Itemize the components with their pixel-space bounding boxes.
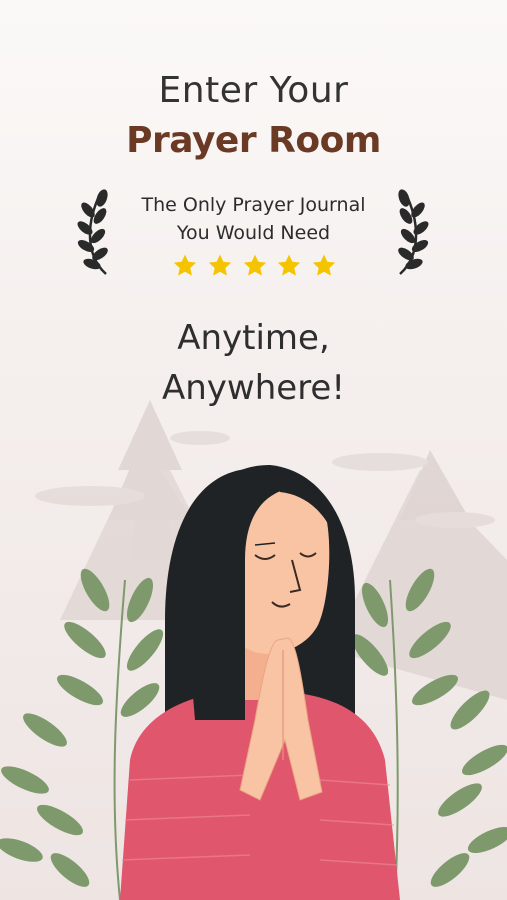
tagline-line-1: The Only Prayer Journal xyxy=(141,194,366,216)
headline: Enter Your xyxy=(158,70,349,111)
star-icon xyxy=(208,254,231,276)
app-title: Prayer Room xyxy=(126,120,381,161)
laurel-right-icon xyxy=(398,189,429,275)
tagline-line-2: You Would Need xyxy=(176,222,331,244)
star-icon xyxy=(278,254,301,276)
star-rating xyxy=(172,253,337,279)
star-icon xyxy=(243,254,266,276)
star-icon xyxy=(173,254,197,276)
app-screen: Enter Your Prayer Room The Only Prayer J… xyxy=(0,0,507,900)
star-icon xyxy=(312,254,336,276)
praying-woman-illustration xyxy=(0,400,507,900)
slogan-line-1: Anytime, xyxy=(177,318,330,358)
